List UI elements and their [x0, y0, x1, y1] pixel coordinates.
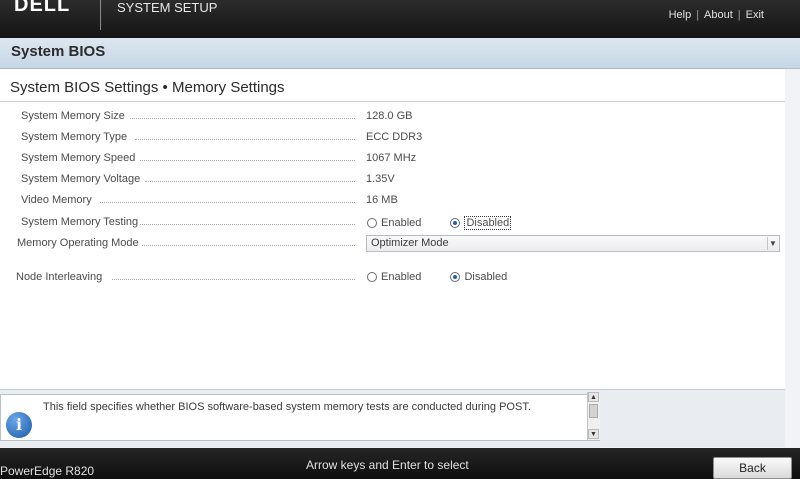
scroll-thumb[interactable]	[589, 404, 598, 418]
dotted-leader	[100, 202, 355, 203]
setting-label: Memory Operating Mode	[17, 237, 141, 249]
dell-logo: DELL	[14, 0, 71, 16]
dotted-leader	[112, 279, 355, 280]
setting-label: Node Interleaving	[16, 271, 105, 283]
dotted-leader	[140, 245, 355, 246]
info-row-memory-type: System Memory Type ECC DDR3	[0, 131, 785, 151]
radio-label: Enabled	[381, 271, 422, 283]
link-separator: |	[737, 9, 741, 21]
memory-testing-radio-group: Enabled Disabled	[367, 216, 537, 231]
setting-label: System Memory Size	[21, 110, 127, 122]
radio-label: Disabled	[464, 271, 508, 283]
navigation-hint: Arrow keys and Enter to select	[306, 458, 469, 472]
setting-value: ECC DDR3	[366, 131, 423, 143]
setting-value: 1067 MHz	[366, 152, 417, 164]
info-row-memory-size: System Memory Size 128.0 GB	[0, 110, 785, 130]
back-button[interactable]: Back	[713, 457, 792, 479]
section-title-bar: System BIOS	[0, 38, 800, 69]
heading-divider	[0, 101, 785, 102]
memory-testing-disabled-radio[interactable]: Disabled	[450, 216, 512, 230]
about-link[interactable]: About	[704, 9, 733, 21]
scroll-up-arrow-icon[interactable]: ▲	[588, 392, 599, 402]
setting-label: System Memory Speed	[21, 152, 138, 164]
setting-value: 128.0 GB	[366, 110, 413, 122]
top-header-bar: DELL SYSTEM SETUP Help | About | Exit	[0, 0, 800, 38]
radio-circle-icon	[367, 218, 377, 228]
header-divider	[100, 0, 101, 30]
setting-value: 16 MB	[366, 194, 398, 206]
setting-label: System Memory Voltage	[21, 173, 143, 185]
dropdown-value: Optimizer Mode	[371, 237, 449, 249]
link-separator: |	[696, 9, 700, 21]
info-icon: i	[6, 412, 32, 438]
help-link[interactable]: Help	[669, 9, 692, 21]
header-links: Help | About | Exit	[669, 9, 764, 21]
operating-mode-dropdown[interactable]: Optimizer Mode ▼	[366, 235, 780, 252]
node-interleaving-row: Node Interleaving Enabled Disabled	[0, 271, 785, 291]
exit-link[interactable]: Exit	[746, 9, 764, 21]
radio-label: Enabled	[381, 217, 422, 229]
memory-testing-enabled-radio[interactable]: Enabled	[367, 217, 421, 229]
radio-circle-icon	[367, 272, 377, 282]
operating-mode-row: Memory Operating Mode Optimizer Mode ▼	[0, 235, 785, 257]
app-title: SYSTEM SETUP	[117, 0, 218, 15]
info-row-memory-voltage: System Memory Voltage 1.35V	[0, 173, 785, 193]
page-title: System BIOS Settings • Memory Settings	[10, 79, 285, 96]
scroll-down-arrow-icon[interactable]: ▼	[588, 429, 599, 439]
setting-label: Video Memory	[21, 194, 94, 206]
node-interleaving-radio-group: Enabled Disabled	[367, 271, 533, 285]
node-interleaving-disabled-radio[interactable]: Disabled	[450, 271, 507, 283]
dotted-leader	[135, 139, 355, 140]
help-scrollbar[interactable]: ▲ ▼	[587, 392, 600, 440]
dotted-leader	[130, 118, 355, 119]
info-row-video-memory: Video Memory 16 MB	[0, 194, 785, 214]
section-title: System BIOS	[11, 43, 106, 60]
dotted-leader	[140, 224, 355, 225]
dotted-leader	[145, 181, 355, 182]
radio-selected-icon	[450, 272, 461, 282]
radio-label: Disabled	[464, 216, 512, 230]
info-row-memory-speed: System Memory Speed 1067 MHz	[0, 152, 785, 172]
dotted-leader	[140, 160, 355, 161]
server-model: PowerEdge R820	[0, 464, 95, 478]
memory-testing-row: System Memory Testing Enabled Disabled	[0, 216, 785, 236]
node-interleaving-enabled-radio[interactable]: Enabled	[367, 271, 421, 283]
setting-value: 1.35V	[366, 173, 395, 185]
radio-selected-icon	[450, 218, 461, 228]
help-description: This field specifies whether BIOS softwa…	[43, 401, 531, 413]
setting-label: System Memory Type	[21, 131, 130, 143]
dropdown-arrow-icon: ▼	[767, 237, 778, 250]
setting-label: System Memory Testing	[21, 216, 141, 228]
